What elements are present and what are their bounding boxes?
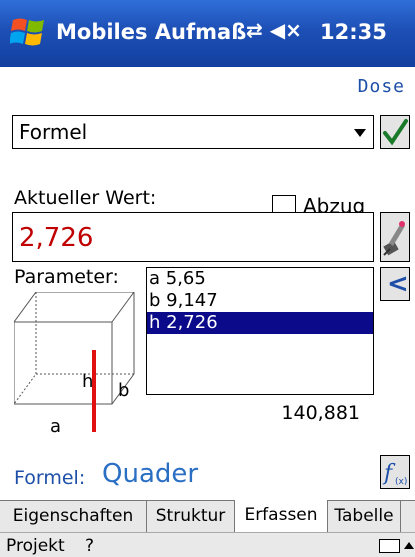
tab-eigenschaften[interactable]: Eigenschaften bbox=[0, 501, 146, 533]
formula-select-value: Formel bbox=[19, 120, 88, 144]
menu-help[interactable]: ? bbox=[85, 536, 94, 556]
list-item[interactable]: a 5,65 bbox=[147, 268, 373, 290]
tab-struktur[interactable]: Struktur bbox=[146, 501, 234, 533]
parameters-label: Parameter: bbox=[14, 266, 119, 288]
formula-name: Quader bbox=[102, 459, 199, 489]
pen-input-button[interactable] bbox=[380, 212, 410, 262]
tab-scroll-button[interactable] bbox=[400, 501, 415, 533]
connectivity-volume-icon[interactable]: ⇄ ◀× bbox=[246, 18, 302, 42]
current-value-text: 2,726 bbox=[19, 223, 94, 253]
back-button[interactable]: < bbox=[380, 267, 410, 301]
label-h: h bbox=[82, 371, 93, 392]
label-b: b bbox=[118, 380, 129, 401]
dose-link[interactable]: Dose bbox=[358, 76, 405, 97]
formula-label: Formel: bbox=[14, 467, 86, 489]
keyboard-icon[interactable] bbox=[379, 539, 400, 553]
tab-erfassen[interactable]: Erfassen bbox=[234, 500, 327, 533]
label-a: a bbox=[50, 416, 61, 437]
pen-icon bbox=[383, 221, 405, 256]
cuboid-diagram: h b a bbox=[14, 292, 135, 437]
windows-start-icon[interactable] bbox=[10, 14, 48, 52]
list-item[interactable]: h 2,726 bbox=[147, 312, 373, 334]
result-value: 140,881 bbox=[281, 402, 360, 424]
svg-text:(x): (x) bbox=[395, 477, 407, 487]
current-value-field[interactable]: 2,726 bbox=[12, 212, 374, 262]
list-item[interactable]: b 9,147 bbox=[147, 290, 373, 312]
chevron-down-icon bbox=[354, 129, 366, 137]
formula-button[interactable]: f (x) bbox=[380, 455, 410, 489]
title-bar: Mobiles Aufmaß ⇄ ◀× 12:35 bbox=[0, 0, 415, 67]
tab-tabelle[interactable]: Tabelle bbox=[327, 501, 400, 533]
chevron-up-icon[interactable] bbox=[404, 542, 414, 549]
menu-projekt[interactable]: Projekt bbox=[6, 536, 65, 556]
app-title: Mobiles Aufmaß bbox=[56, 20, 247, 44]
tab-bar: Eigenschaften Struktur Erfassen Tabelle bbox=[0, 500, 415, 533]
confirm-button[interactable] bbox=[380, 115, 410, 149]
checkmark-icon bbox=[383, 119, 408, 146]
parameters-list[interactable]: a 5,65 b 9,147 h 2,726 bbox=[146, 267, 374, 395]
svg-text:f: f bbox=[382, 461, 396, 486]
menu-bar: Projekt ? bbox=[0, 532, 415, 557]
chevron-left-icon: < bbox=[387, 269, 409, 299]
clock[interactable]: 12:35 bbox=[320, 20, 387, 44]
function-icon: f (x) bbox=[382, 461, 407, 487]
formula-select[interactable]: Formel bbox=[12, 115, 374, 149]
current-value-label: Aktueller Wert: bbox=[14, 187, 157, 209]
